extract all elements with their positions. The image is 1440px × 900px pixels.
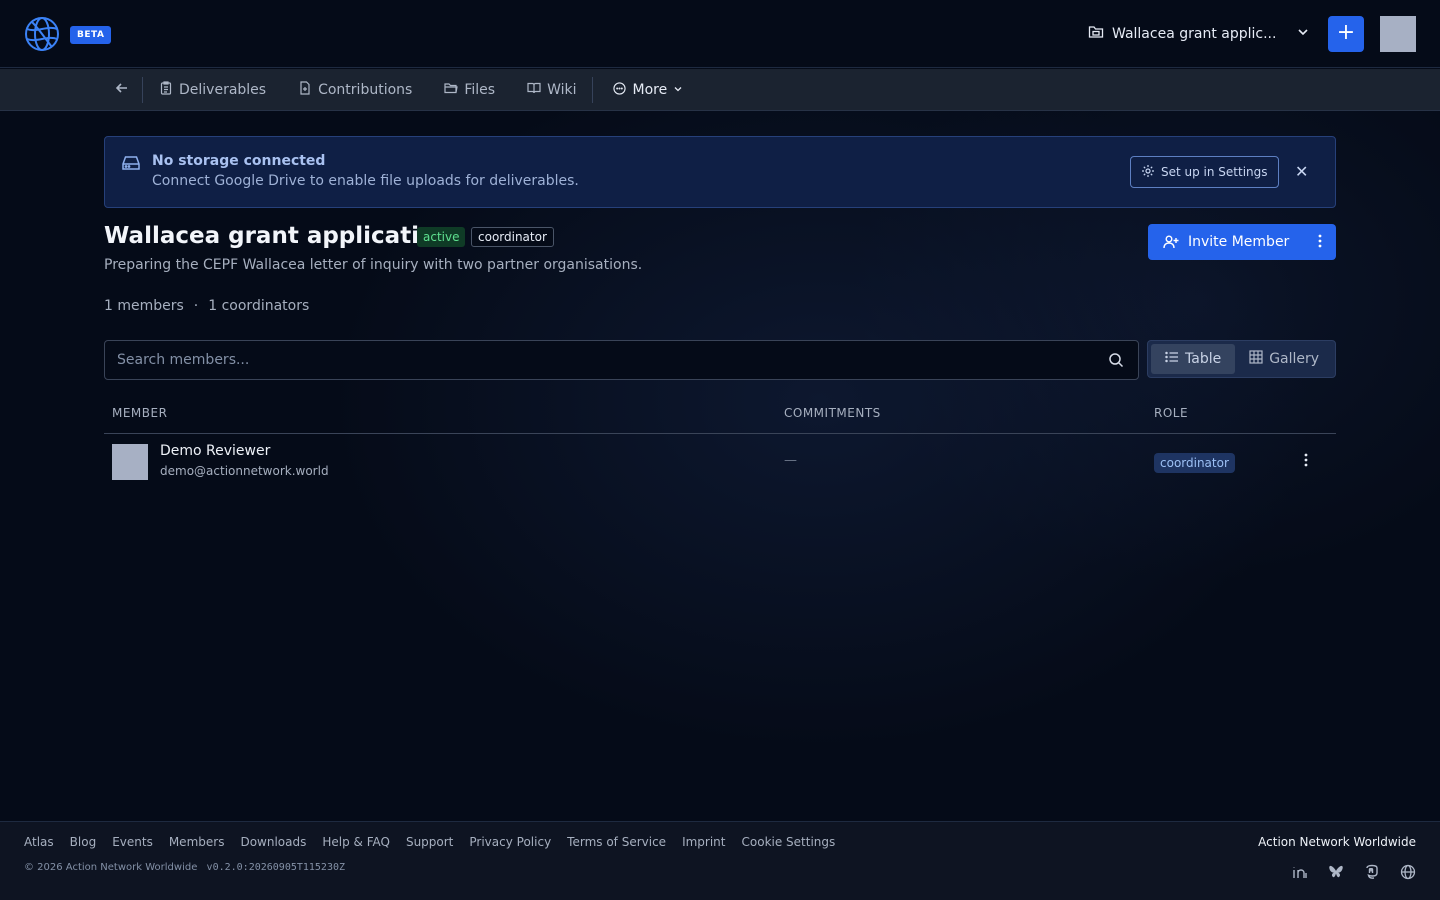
footer-brand: Action Network Worldwide: [1258, 835, 1416, 849]
mastodon-icon[interactable]: [1364, 864, 1380, 884]
table-row[interactable]: Demo Reviewer demo@actionnetwork.world —…: [104, 434, 1336, 490]
project-nav: Deliverables Contributions Files Wiki Mo…: [0, 69, 1440, 111]
setup-settings-label: Set up in Settings: [1161, 165, 1268, 179]
copyright-text: © 2026 Action Network Worldwide: [24, 862, 198, 873]
page-title: Wallacea grant application: [104, 223, 452, 249]
members-count: 1 members: [104, 298, 184, 314]
tab-files[interactable]: Files: [428, 69, 511, 111]
view-table-label: Table: [1185, 351, 1222, 367]
hard-drive-icon: [121, 153, 141, 177]
view-gallery-button[interactable]: Gallery: [1235, 344, 1333, 374]
storage-banner: No storage connected Connect Google Driv…: [104, 136, 1336, 208]
invite-member-button[interactable]: Invite Member: [1148, 224, 1336, 260]
clipboard-icon: [159, 81, 173, 99]
column-member[interactable]: MEMBER: [112, 406, 167, 420]
gear-icon: [1141, 164, 1155, 181]
tab-contributions-label: Contributions: [318, 82, 413, 98]
grid-icon: [1249, 350, 1263, 368]
footer-link-members[interactable]: Members: [169, 835, 225, 849]
user-avatar[interactable]: [1380, 16, 1416, 52]
coordinators-count: 1 coordinators: [208, 298, 310, 314]
view-table-button[interactable]: Table: [1151, 344, 1236, 374]
chevron-down-icon: [1296, 25, 1310, 43]
footer-link-help[interactable]: Help & FAQ: [322, 835, 390, 849]
column-commitments[interactable]: COMMITMENTS: [784, 406, 881, 420]
footer-link-events[interactable]: Events: [112, 835, 153, 849]
folder-icon: [1088, 24, 1104, 44]
footer-link-cookies[interactable]: Cookie Settings: [742, 835, 836, 849]
banner-text: Connect Google Drive to enable file uplo…: [152, 173, 579, 189]
footer-link-atlas[interactable]: Atlas: [24, 835, 54, 849]
member-stats: 1 members · 1 coordinators: [104, 298, 309, 314]
book-icon: [527, 81, 541, 99]
footer-link-support[interactable]: Support: [406, 835, 453, 849]
footer-link-blog[interactable]: Blog: [70, 835, 97, 849]
version-text: v0.2.0:20260905T115230Z: [206, 862, 346, 873]
table-header: MEMBER COMMITMENTS ROLE: [104, 396, 1336, 434]
globe-logo-icon[interactable]: [24, 16, 60, 52]
top-header: BETA Wallacea grant applic... +: [0, 0, 1440, 68]
tab-more[interactable]: More: [593, 69, 699, 111]
view-gallery-label: Gallery: [1269, 351, 1320, 367]
search-icon[interactable]: [1108, 352, 1124, 372]
tab-more-label: More: [632, 82, 668, 98]
tab-wiki[interactable]: Wiki: [511, 69, 592, 111]
user-plus-icon: [1163, 234, 1179, 250]
globe-icon[interactable]: [1400, 864, 1416, 884]
footer-link-terms[interactable]: Terms of Service: [567, 835, 666, 849]
footer: Atlas Blog Events Members Downloads Help…: [0, 821, 1440, 900]
member-email: demo@actionnetwork.world: [160, 464, 329, 478]
linkedin-icon[interactable]: [1292, 864, 1308, 884]
close-icon[interactable]: ✕: [1295, 162, 1308, 181]
footer-link-imprint[interactable]: Imprint: [682, 835, 725, 849]
social-links: [1292, 864, 1416, 884]
tab-deliverables-label: Deliverables: [179, 82, 267, 98]
avatar: [112, 444, 148, 480]
tab-wiki-label: Wiki: [547, 82, 577, 98]
project-selector-label: Wallacea grant applic...: [1112, 26, 1277, 42]
tab-deliverables[interactable]: Deliverables: [143, 69, 282, 111]
setup-settings-button[interactable]: Set up in Settings: [1130, 156, 1279, 188]
page-description: Preparing the CEPF Wallacea letter of in…: [104, 257, 643, 273]
member-role-badge: coordinator: [1154, 453, 1235, 473]
search-box: [104, 340, 1139, 380]
status-badge: active: [417, 227, 466, 247]
view-toggle: Table Gallery: [1147, 340, 1336, 378]
chevron-down-icon: [673, 82, 683, 98]
tab-files-label: Files: [464, 82, 496, 98]
tab-contributions[interactable]: Contributions: [282, 69, 428, 111]
circle-dots-icon: [613, 81, 627, 99]
more-vertical-icon[interactable]: [1304, 452, 1308, 472]
column-role[interactable]: ROLE: [1154, 406, 1188, 420]
banner-title: No storage connected: [152, 153, 326, 169]
document-icon: [298, 81, 312, 99]
footer-link-privacy[interactable]: Privacy Policy: [469, 835, 551, 849]
stats-separator: ·: [193, 298, 199, 314]
member-commitments: —: [784, 453, 797, 468]
folder-open-icon: [444, 81, 459, 99]
footer-links: Atlas Blog Events Members Downloads Help…: [24, 835, 835, 849]
back-button[interactable]: [104, 69, 142, 111]
footer-link-downloads[interactable]: Downloads: [240, 835, 306, 849]
member-name: Demo Reviewer: [160, 443, 271, 459]
bluesky-icon[interactable]: [1328, 864, 1344, 884]
project-selector[interactable]: Wallacea grant applic...: [1088, 22, 1310, 46]
search-input[interactable]: [117, 341, 1077, 379]
arrow-left-icon: [114, 80, 130, 100]
footer-copyright: © 2026 Action Network Worldwide v0.2.0:2…: [24, 862, 345, 873]
list-icon: [1165, 350, 1179, 368]
add-button[interactable]: +: [1328, 16, 1364, 52]
more-vertical-icon[interactable]: [1318, 233, 1322, 253]
role-badge: coordinator: [471, 227, 554, 247]
beta-badge: BETA: [70, 26, 112, 44]
invite-member-label: Invite Member: [1188, 234, 1290, 250]
